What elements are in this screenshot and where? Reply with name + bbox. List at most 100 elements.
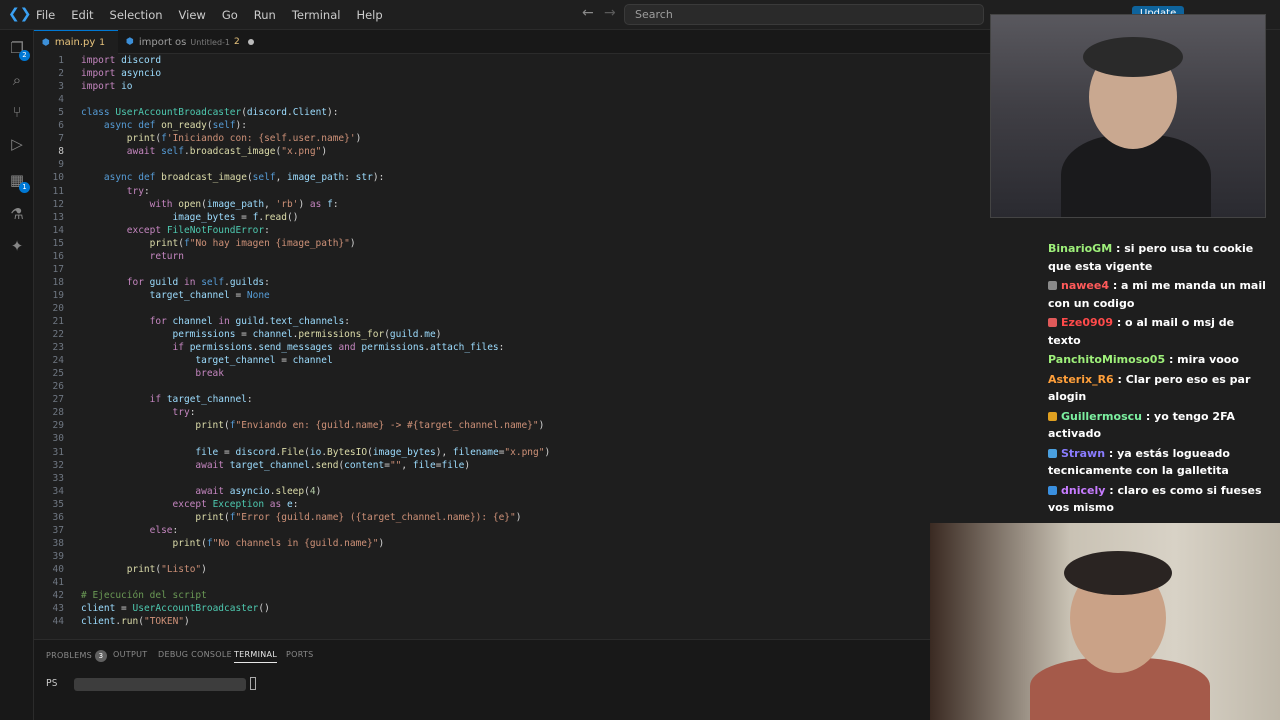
code-line[interactable]: 3 import io (34, 80, 990, 93)
code-line[interactable]: 28 try: (34, 406, 990, 419)
explorer-icon[interactable]: ❐ 2 (7, 38, 30, 61)
chat-username[interactable]: Guillermoscu (1061, 410, 1142, 423)
menu-help[interactable]: Help (348, 0, 390, 30)
tab-problems[interactable]: PROBLEMS 3 (46, 650, 108, 662)
code-line[interactable]: 24 target_channel = channel (34, 354, 990, 367)
code-line[interactable]: 17 (34, 263, 990, 276)
code-text: class UserAccountBroadcaster(discord.Cli… (81, 107, 339, 119)
code-line[interactable]: 42 # Ejecución del script (34, 589, 990, 602)
code-editor[interactable]: 1 import discord 2 import asyncio 3 import io… (34, 54, 990, 639)
line-number: 18 (52, 276, 64, 288)
chat-username[interactable]: PanchitoMimoso05 (1048, 353, 1165, 366)
tab-ports[interactable]: PORTS (286, 650, 314, 659)
tab-import-os[interactable]: ⬢ import os Untitled-1 2 (118, 30, 288, 54)
line-number: 20 (52, 302, 64, 314)
code-line[interactable]: 39 (34, 550, 990, 563)
code-line[interactable]: 30 (34, 432, 990, 445)
menu-go[interactable]: Go (214, 0, 246, 30)
code-line[interactable]: 29 print(f"Enviando en: {guild.name} -> … (34, 419, 990, 432)
chat-username[interactable]: dnicely (1061, 484, 1105, 497)
code-line[interactable]: 35 except Exception as e: (34, 498, 990, 511)
code-line[interactable]: 10 async def broadcast_image(self, image… (34, 171, 990, 184)
code-line[interactable]: 6 async def on_ready(self): (34, 119, 990, 132)
code-line[interactable]: 5 class UserAccountBroadcaster(discord.Cl… (34, 106, 990, 119)
menu-view[interactable]: View (171, 0, 214, 30)
code-line[interactable]: 11 try: (34, 185, 990, 198)
menu-edit[interactable]: Edit (63, 0, 101, 30)
line-number: 32 (52, 459, 64, 471)
code-line[interactable]: 27 if target_channel: (34, 393, 990, 406)
code-line[interactable]: 37 else: (34, 524, 990, 537)
code-line[interactable]: 18 for guild in self.guilds: (34, 276, 990, 289)
code-text: # Ejecución del script (81, 590, 207, 602)
extensions-icon[interactable]: ▦ 1 (7, 170, 30, 193)
code-line[interactable]: 38 print(f"No channels in {guild.name}") (34, 537, 990, 550)
menu-file[interactable]: File (28, 0, 63, 30)
code-line[interactable]: 7 print(f'Iniciando con: {self.user.name… (34, 132, 990, 145)
code-line[interactable]: 15 print(f"No hay imagen {image_path}") (34, 237, 990, 250)
chat-message: Eze0909 : o al mail o msj de texto (1048, 314, 1270, 349)
code-line[interactable]: 40 print("Listo") (34, 563, 990, 576)
tab-debug-console[interactable]: DEBUG CONSOLE (158, 650, 232, 659)
code-line[interactable]: 25 break (34, 367, 990, 380)
chat-username[interactable]: Eze0909 (1061, 316, 1113, 329)
code-text: import io (81, 81, 133, 93)
code-line[interactable]: 12 with open(image_path, 'rb') as f: (34, 198, 990, 211)
code-line[interactable]: 31 file = discord.File(io.BytesIO(image_… (34, 446, 990, 459)
code-line[interactable]: 9 (34, 158, 990, 171)
code-line[interactable]: 32 await target_channel.send(content="",… (34, 459, 990, 472)
arrow-right-icon[interactable]: → (604, 5, 616, 21)
code-line[interactable]: 16 return (34, 250, 990, 263)
chat-message: Strawn : ya estás logueado tecnicamente … (1048, 445, 1270, 480)
code-text: import asyncio (81, 68, 162, 80)
menu-bar: File Edit Selection View Go Run Terminal… (28, 0, 391, 30)
code-line[interactable]: 44 client.run("TOKEN") (34, 615, 990, 628)
line-number: 5 (58, 107, 64, 119)
code-line[interactable]: 4 (34, 93, 990, 106)
unsaved-dot-icon[interactable] (247, 39, 254, 45)
tab-output[interactable]: OUTPUT (113, 650, 147, 659)
chat-username[interactable]: Asterix_R6 (1048, 373, 1114, 386)
code-line[interactable]: 8 await self.broadcast_image("x.png") (34, 145, 990, 158)
webcam-host (990, 14, 1266, 218)
code-line[interactable]: 21 for channel in guild.text_channels: (34, 315, 990, 328)
line-number: 22 (52, 329, 64, 341)
python-icon[interactable]: ✦ (7, 236, 27, 256)
line-number: 37 (52, 524, 64, 536)
line-number: 4 (58, 94, 64, 106)
line-number: 33 (52, 472, 64, 484)
code-line[interactable]: 19 target_channel = None (34, 289, 990, 302)
code-line[interactable]: 1 import discord (34, 54, 990, 67)
code-line[interactable]: 23 if permissions.send_messages and perm… (34, 341, 990, 354)
chat-username[interactable]: BinarioGM (1048, 242, 1112, 255)
code-text: for guild in self.guilds: (126, 276, 270, 288)
code-line[interactable]: 2 import asyncio (34, 67, 990, 80)
code-line[interactable]: 36 print(f"Error {guild.name} ({target_c… (34, 511, 990, 524)
search-icon[interactable]: ⌕ (7, 70, 27, 90)
code-text: client = UserAccountBroadcaster() (81, 603, 270, 615)
chat-username[interactable]: nawee4 (1061, 279, 1109, 292)
tab-terminal[interactable]: TERMINAL (234, 650, 278, 663)
command-center-search[interactable]: Search (624, 4, 984, 25)
terminal-cursor[interactable] (250, 677, 256, 690)
code-line[interactable]: 20 (34, 302, 990, 315)
menu-terminal[interactable]: Terminal (284, 0, 349, 30)
code-line[interactable]: 33 (34, 472, 990, 485)
run-debug-icon[interactable]: ▷ (7, 134, 27, 154)
chat-username[interactable]: Strawn (1061, 447, 1105, 460)
tab-main-py[interactable]: ⬢ main.py 1 (34, 30, 118, 54)
menu-selection[interactable]: Selection (102, 0, 171, 30)
code-text: async def broadcast_image(self, image_pa… (103, 172, 385, 184)
code-line[interactable]: 13 image_bytes = f.read() (34, 211, 990, 224)
vscode-logo-icon[interactable]: ❮❯ (8, 6, 31, 22)
code-line[interactable]: 43 client = UserAccountBroadcaster() (34, 602, 990, 615)
code-line[interactable]: 22 permissions = channel.permissions_for… (34, 328, 990, 341)
code-line[interactable]: 26 (34, 380, 990, 393)
testing-icon[interactable]: ⚗ (7, 204, 27, 224)
menu-run[interactable]: Run (246, 0, 284, 30)
code-line[interactable]: 34 await asyncio.sleep(4) (34, 485, 990, 498)
source-control-icon[interactable]: ⑂ (7, 102, 27, 122)
code-line[interactable]: 41 (34, 576, 990, 589)
code-line[interactable]: 14 except FileNotFoundError: (34, 224, 990, 237)
arrow-left-icon[interactable]: ← (582, 5, 594, 21)
